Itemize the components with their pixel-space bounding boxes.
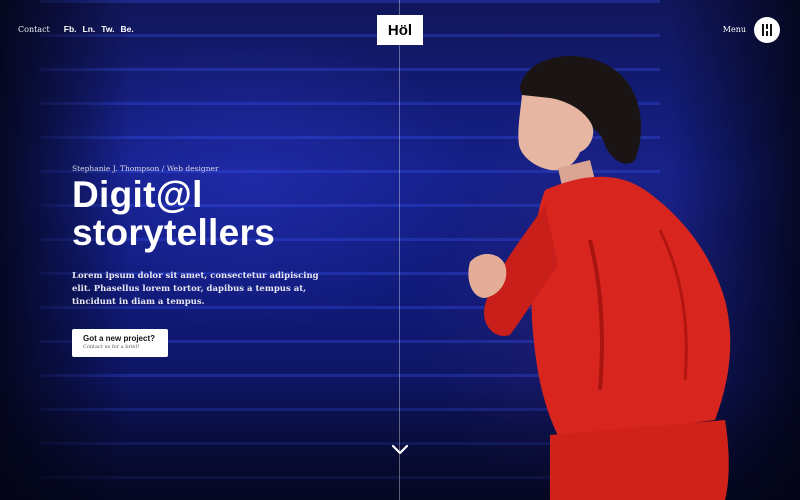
site-logo[interactable]: Höl xyxy=(377,15,423,45)
social-link-behance[interactable]: Be. xyxy=(121,24,134,34)
speaker-photo xyxy=(468,56,731,500)
hero-headline: Digit@l storytellers xyxy=(72,176,275,252)
menu-dots-icon xyxy=(762,24,772,36)
social-link-linkedin[interactable]: Ln. xyxy=(83,24,96,34)
headline-line-2: storytellers xyxy=(72,212,276,253)
nav-left: Contact Fb. Ln. Tw. Be. xyxy=(18,24,134,34)
cta-subtitle: Contact us for a brief! xyxy=(83,344,140,350)
author-subtitle: Stephanie J. Thompson / Web designer xyxy=(72,164,219,173)
social-link-facebook[interactable]: Fb. xyxy=(64,24,77,34)
chevron-down-icon[interactable] xyxy=(390,442,410,458)
top-navigation: Contact Fb. Ln. Tw. Be. Höl Menu xyxy=(0,0,800,60)
cta-title: Got a new project? xyxy=(83,334,156,343)
new-project-button[interactable]: Got a new project? Contact us for a brie… xyxy=(72,329,168,357)
menu-label[interactable]: Menu xyxy=(723,25,746,34)
hero-intro-text: Lorem ipsum dolor sit amet, consectetur … xyxy=(72,271,319,307)
contact-link[interactable]: Contact xyxy=(18,25,50,34)
center-divider-line xyxy=(399,0,400,500)
headline-line-1: Digit@l xyxy=(72,174,203,215)
social-link-twitter[interactable]: Tw. xyxy=(101,24,114,34)
menu-button[interactable] xyxy=(754,17,780,43)
